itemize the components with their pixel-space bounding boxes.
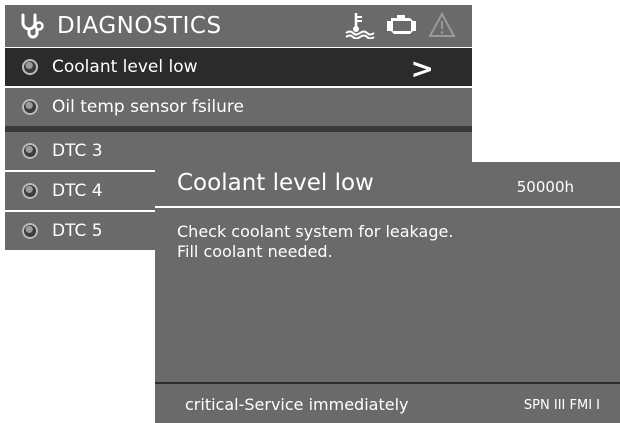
warning-icon — [428, 12, 456, 38]
diagnostics-header: DIAGNOSTICS — [5, 5, 472, 47]
divider — [155, 206, 620, 208]
severity-text: critical-Service immediately — [185, 395, 409, 414]
list-item-oil-temp[interactable]: Oil temp sensor fsilure — [5, 88, 472, 132]
engine-hours: 50000h — [516, 178, 574, 196]
list-item-label: DTC 4 — [52, 181, 103, 201]
divider — [155, 382, 620, 384]
status-led-icon — [22, 143, 38, 159]
chevron-right-icon[interactable]: > — [411, 52, 434, 85]
fault-detail-popup: Coolant level low 50000h Check coolant s… — [155, 162, 620, 423]
list-item-label: Oil temp sensor fsilure — [52, 97, 244, 117]
page-title: DIAGNOSTICS — [57, 13, 222, 39]
fault-message: Check coolant system for leakage. Fill c… — [177, 222, 454, 261]
list-item-label: Coolant level low — [52, 57, 198, 77]
coolant-icon — [344, 11, 376, 39]
status-led-icon — [22, 59, 38, 75]
header-status-icons — [344, 11, 456, 39]
fault-code: SPN III FMI I — [523, 398, 600, 413]
status-led-icon — [22, 223, 38, 239]
engine-icon — [384, 12, 420, 38]
status-led-icon — [22, 99, 38, 115]
list-item-coolant-level-low[interactable]: Coolant level low > — [5, 48, 472, 88]
status-led-icon — [22, 183, 38, 199]
stethoscope-icon — [17, 10, 49, 42]
popup-title: Coolant level low — [177, 170, 374, 196]
list-item-label: DTC 5 — [52, 221, 103, 241]
list-item-label: DTC 3 — [52, 141, 103, 161]
